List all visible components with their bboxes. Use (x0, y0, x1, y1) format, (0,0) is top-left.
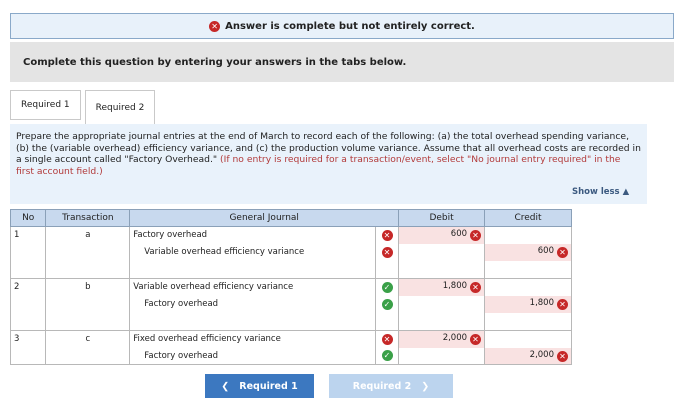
x-circle-icon: ✕ (557, 350, 568, 362)
next-required-2-button[interactable]: Required 2 ❯ (329, 374, 453, 398)
table-row (9, 260, 572, 279)
result-banner-text: Answer is complete but not entirely corr… (225, 20, 475, 32)
account-select[interactable]: Variable overhead efficiency variance (129, 243, 376, 261)
prev-required-1-button[interactable]: ❮ Required 1 (205, 374, 314, 398)
account-status: ✓ (374, 278, 400, 296)
empty-cell (45, 312, 131, 331)
debit-input[interactable] (398, 312, 486, 331)
debit-input[interactable]: 2,000 ✕ (398, 330, 486, 348)
credit-input[interactable] (484, 260, 572, 279)
entry-transaction: c (45, 330, 131, 348)
account-select[interactable]: Variable overhead efficiency variance (129, 278, 376, 296)
empty-cell (374, 312, 400, 331)
table-row: Factory overhead ✓ 2,000 ✕ (9, 347, 572, 365)
x-circle-icon: ✕ (381, 246, 393, 258)
account-status: ✕ (374, 243, 400, 261)
debit-input[interactable]: 600 ✕ (398, 226, 486, 244)
x-circle-icon: ✕ (209, 20, 221, 32)
x-circle-icon: ✕ (557, 299, 568, 310)
x-circle-icon: ✕ (557, 247, 568, 258)
credit-input[interactable]: 600 ✕ (484, 243, 572, 261)
journal-table: No Transaction General Journal Debit Cre… (9, 209, 572, 365)
account-status: ✓ (374, 347, 400, 365)
check-circle-icon: ✓ (381, 298, 393, 310)
entry-transaction: b (45, 278, 131, 296)
debit-value: 600 (450, 229, 468, 240)
instruction-bar: Complete this question by entering your … (10, 42, 674, 82)
header-credit: Credit (484, 209, 572, 227)
credit-input[interactable] (484, 312, 572, 331)
header-general-journal: General Journal (129, 209, 400, 227)
empty-cell (9, 260, 47, 279)
empty-cell (45, 243, 131, 261)
entry-transaction: a (45, 226, 131, 244)
table-row: 2 b Variable overhead efficiency varianc… (9, 278, 572, 296)
table-row: Variable overhead efficiency variance ✕ … (9, 243, 572, 261)
credit-value: 1,800 (529, 298, 554, 308)
triangle-up-icon: ▲ (622, 187, 630, 197)
empty-cell (9, 347, 47, 365)
debit-input[interactable] (398, 347, 486, 365)
debit-input[interactable] (398, 295, 486, 313)
header-transaction: Transaction (45, 209, 131, 227)
account-select[interactable] (129, 260, 376, 279)
tab-bar: Required 1 Required 2 (10, 90, 159, 125)
question-prompt: Prepare the appropriate journal entries … (10, 124, 647, 204)
table-header-row: No Transaction General Journal Debit Cre… (9, 209, 572, 227)
x-circle-icon: ✕ (470, 230, 482, 242)
debit-input[interactable] (398, 260, 486, 279)
empty-cell (45, 347, 131, 365)
show-less-label: Show less (572, 187, 620, 197)
chevron-right-icon: ❯ (421, 380, 430, 392)
entry-number: 1 (9, 226, 47, 244)
x-circle-icon: ✕ (381, 333, 393, 345)
credit-value: 2,000 (529, 349, 554, 360)
header-debit: Debit (398, 209, 486, 227)
account-select[interactable] (129, 312, 376, 331)
next-button-label: Required 2 (352, 380, 412, 392)
tab-required-1[interactable]: Required 1 (10, 90, 81, 120)
account-status: ✕ (374, 330, 400, 348)
table-row (9, 312, 572, 331)
entry-number: 2 (9, 278, 47, 296)
prev-button-label: Required 1 (239, 380, 298, 392)
show-less-link[interactable]: Show less ▲ (572, 187, 629, 197)
debit-value: 1,800 (442, 281, 468, 292)
instruction-text: Complete this question by entering your … (23, 56, 407, 68)
credit-input[interactable] (484, 226, 572, 244)
account-status: ✕ (374, 226, 400, 244)
table-row: 1 a Factory overhead ✕ 600 ✕ (9, 226, 572, 244)
debit-input[interactable]: 1,800 ✕ (398, 278, 486, 296)
empty-cell (9, 312, 47, 331)
credit-input[interactable]: 1,800 ✕ (484, 295, 572, 313)
empty-cell (9, 243, 47, 261)
credit-input[interactable]: 2,000 ✕ (484, 347, 572, 365)
empty-cell (374, 260, 400, 279)
debit-value: 2,000 (442, 333, 468, 344)
account-select[interactable]: Factory overhead (129, 295, 376, 313)
chevron-left-icon: ❮ (221, 380, 230, 392)
account-select[interactable]: Factory overhead (129, 226, 376, 244)
credit-input[interactable] (484, 278, 572, 296)
empty-cell (45, 295, 131, 313)
header-no: No (9, 209, 47, 227)
account-select[interactable]: Factory overhead (129, 347, 376, 365)
table-row: 3 c Fixed overhead efficiency variance ✕… (9, 330, 572, 348)
check-circle-icon: ✓ (381, 350, 393, 362)
entry-number: 3 (9, 330, 47, 348)
x-circle-icon: ✕ (381, 229, 393, 241)
x-circle-icon: ✕ (470, 282, 482, 294)
account-select[interactable]: Fixed overhead efficiency variance (129, 330, 376, 348)
x-circle-icon: ✕ (470, 334, 482, 346)
empty-cell (9, 295, 47, 313)
empty-cell (45, 260, 131, 279)
credit-value: 600 (537, 246, 554, 256)
account-status: ✓ (374, 295, 400, 313)
tab-required-2[interactable]: Required 2 (84, 90, 156, 125)
credit-input[interactable] (484, 330, 572, 348)
table-row: Factory overhead ✓ 1,800 ✕ (9, 295, 572, 313)
debit-input[interactable] (398, 243, 486, 261)
check-circle-icon: ✓ (381, 281, 393, 293)
result-banner: ✕ Answer is complete but not entirely co… (10, 13, 674, 39)
